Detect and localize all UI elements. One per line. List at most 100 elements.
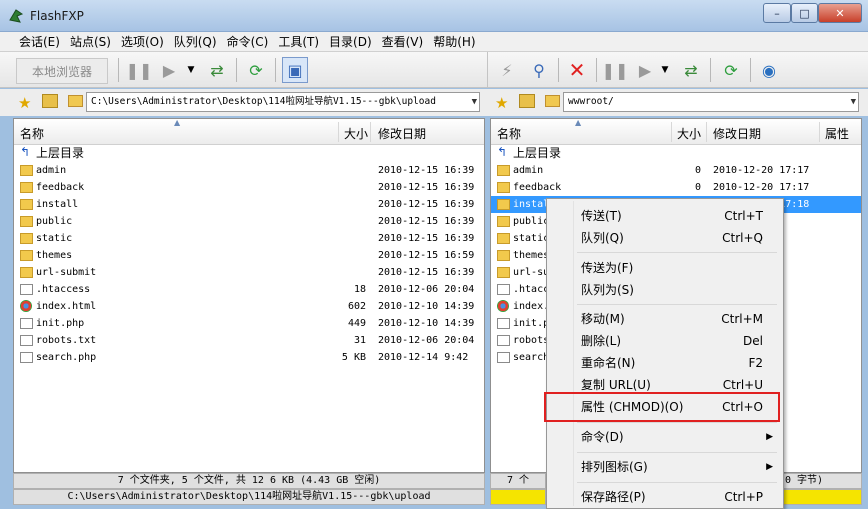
- chrome-file-icon: [497, 300, 509, 312]
- file-name: admin: [36, 165, 67, 176]
- menu-options[interactable]: 选项(O): [121, 33, 164, 50]
- parent-directory-row[interactable]: ↰ 上层目录: [491, 145, 861, 162]
- refresh-icon[interactable]: ⟳: [243, 57, 269, 83]
- dropdown-arrow-icon[interactable]: ▼: [178, 57, 204, 83]
- menu-sites[interactable]: 站点(S): [70, 33, 111, 50]
- disconnect-icon[interactable]: ✕: [564, 57, 590, 83]
- column-name-header[interactable]: 名称: [497, 125, 521, 142]
- menu-item-commands[interactable]: 命令(D) ▶: [549, 426, 781, 448]
- menu-item-queue[interactable]: 队列(Q) Ctrl+Q: [549, 227, 781, 249]
- folder-icon: [20, 165, 33, 176]
- menu-view[interactable]: 查看(V): [382, 33, 424, 50]
- file-row[interactable]: init.php 449 2010-12-10 14:39: [14, 315, 484, 332]
- file-name: url-submit: [36, 267, 97, 278]
- pause-icon[interactable]: ❚❚: [602, 57, 629, 83]
- column-size-header[interactable]: 大小: [344, 125, 368, 142]
- menu-item-label: 队列(Q): [581, 231, 624, 245]
- column-divider[interactable]: [706, 122, 707, 142]
- column-date-header[interactable]: 修改日期: [713, 125, 761, 142]
- file-row[interactable]: admin 2010-12-15 16:39: [14, 162, 484, 179]
- file-size: 31: [353, 335, 366, 346]
- up-folder-icon[interactable]: [42, 94, 58, 108]
- right-path-combobox[interactable]: wwwroot/ ▼: [563, 92, 859, 112]
- file-date: 2010-12-15 16:39: [378, 199, 475, 210]
- file-icon: [497, 284, 510, 295]
- maximize-button[interactable]: □: [791, 3, 818, 23]
- dropdown-arrow-icon[interactable]: ▼: [652, 57, 678, 83]
- file-name: public: [36, 216, 73, 227]
- menu-item-move[interactable]: 移动(M) Ctrl+M: [549, 308, 781, 330]
- up-folder-icon[interactable]: [519, 94, 535, 108]
- minimize-button[interactable]: –: [763, 3, 791, 23]
- menu-item-rename[interactable]: 重命名(N) F2: [549, 352, 781, 374]
- file-row[interactable]: url-submit 2010-12-15 16:39: [14, 264, 484, 281]
- chevron-down-icon[interactable]: ▼: [851, 93, 856, 111]
- up-arrow-icon: ↰: [20, 145, 31, 159]
- column-divider[interactable]: [671, 122, 672, 142]
- file-row[interactable]: search.php 5 KB 2010-12-14 9:42: [14, 349, 484, 366]
- menu-item-save-path[interactable]: 保存路径(P) Ctrl+P: [549, 486, 781, 508]
- menu-item-transfer[interactable]: 传送(T) Ctrl+T: [549, 205, 781, 227]
- file-name: robots: [513, 335, 550, 346]
- column-name-header[interactable]: 名称: [20, 125, 44, 142]
- parent-directory-label: 上层目录: [36, 146, 85, 160]
- local-browser-button[interactable]: 本地浏览器: [16, 58, 108, 84]
- transfer-icon[interactable]: ⇄: [678, 57, 704, 83]
- file-name: search.php: [36, 352, 97, 363]
- file-row[interactable]: feedback 2010-12-15 16:39: [14, 179, 484, 196]
- menu-session[interactable]: 会话(E): [19, 33, 60, 50]
- left-path-combobox[interactable]: C:\Users\Administrator\Desktop\114啦网址导航V…: [86, 92, 480, 112]
- file-icon: [20, 284, 33, 295]
- close-button[interactable]: ✕: [818, 3, 862, 23]
- flashfxp-logo-icon: [8, 8, 24, 24]
- menu-help[interactable]: 帮助(H): [433, 33, 475, 50]
- left-status-bar: 7 个文件夹, 5 个文件, 共 12 6 KB (4.43 GB 空闲): [13, 473, 485, 489]
- column-divider[interactable]: [819, 122, 820, 142]
- file-name: admin: [513, 165, 544, 176]
- transfer-icon[interactable]: ⇄: [204, 57, 230, 83]
- file-row[interactable]: themes 2010-12-15 16:59: [14, 247, 484, 264]
- menu-item-queue-as[interactable]: 队列为(S): [549, 279, 781, 301]
- title-bar[interactable]: FlashFXP – □ ✕: [0, 0, 868, 32]
- right-toolbar: ⚡ ⚲ ✕ ❚❚ ▶ ▼ ⇄ ⟳ ◉: [487, 52, 868, 88]
- column-divider[interactable]: [338, 122, 339, 142]
- file-row[interactable]: admin 0 2010-12-20 17:17: [491, 162, 861, 179]
- chrome-file-icon: [20, 300, 32, 312]
- file-name: init.p: [513, 318, 550, 329]
- file-row[interactable]: .htaccess 18 2010-12-06 20:04: [14, 281, 484, 298]
- favorites-star-icon[interactable]: ★: [495, 94, 508, 112]
- column-date-header[interactable]: 修改日期: [378, 125, 426, 142]
- file-row[interactable]: robots.txt 31 2010-12-06 20:04: [14, 332, 484, 349]
- file-row[interactable]: install 2010-12-15 16:39: [14, 196, 484, 213]
- column-size-header[interactable]: 大小: [677, 125, 701, 142]
- file-name: .htaccess: [36, 284, 91, 295]
- file-row[interactable]: static 2010-12-15 16:39: [14, 230, 484, 247]
- menu-directory[interactable]: 目录(D): [329, 33, 372, 50]
- folder-icon: [20, 182, 33, 193]
- connect-icon[interactable]: ⚡: [494, 57, 520, 83]
- file-row[interactable]: index.html 602 2010-12-10 14:39: [14, 298, 484, 315]
- plug-icon[interactable]: ⚲: [526, 57, 552, 83]
- menu-item-arrange-icons[interactable]: 排列图标(G) ▶: [549, 456, 781, 478]
- file-date: 2010-12-15 16:39: [378, 182, 475, 193]
- left-file-list[interactable]: 名称 ▲ 大小 修改日期 ↰ 上层目录 admin 2010-12-15 16:3…: [13, 118, 485, 473]
- menu-commands[interactable]: 命令(C): [227, 33, 269, 50]
- column-attr-header[interactable]: 属性: [825, 125, 849, 142]
- menu-separator: [577, 252, 777, 253]
- menu-tools[interactable]: 工具(T): [278, 33, 319, 50]
- parent-directory-row[interactable]: ↰ 上层目录: [14, 145, 484, 162]
- refresh-icon[interactable]: ⟳: [718, 57, 744, 83]
- menu-item-delete[interactable]: 删除(L) Del: [549, 330, 781, 352]
- menu-queue[interactable]: 队列(Q): [174, 33, 217, 50]
- file-row[interactable]: public 2010-12-15 16:39: [14, 213, 484, 230]
- file-row[interactable]: feedback 0 2010-12-20 17:17: [491, 179, 861, 196]
- favorites-star-icon[interactable]: ★: [18, 94, 31, 112]
- folder-icon: [20, 199, 33, 210]
- column-divider[interactable]: [370, 122, 371, 142]
- chevron-down-icon[interactable]: ▼: [472, 93, 477, 111]
- view-toggle-icon[interactable]: ▣: [282, 57, 308, 83]
- pause-icon[interactable]: ❚❚: [126, 57, 153, 83]
- globe-icon[interactable]: ◉: [756, 57, 782, 83]
- menu-separator: [577, 452, 777, 453]
- menu-item-transfer-as[interactable]: 传送为(F): [549, 257, 781, 279]
